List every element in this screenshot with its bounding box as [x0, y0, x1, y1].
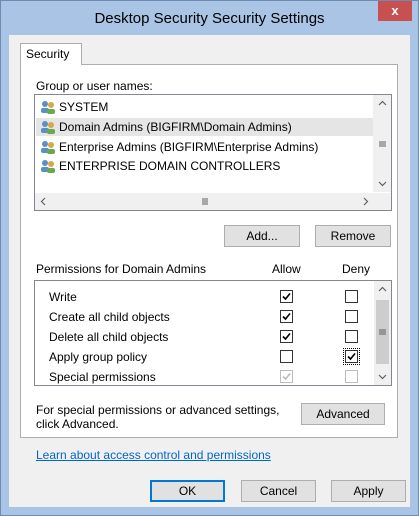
apply-button[interactable]: Apply: [331, 480, 406, 502]
advanced-hint-line2: click Advanced.: [36, 417, 119, 431]
advanced-button[interactable]: Advanced: [301, 403, 385, 425]
permission-name: Write: [49, 290, 77, 304]
checkmark-icon: [282, 312, 291, 321]
deny-checkbox[interactable]: [345, 290, 358, 303]
list-vertical-scrollbar[interactable]: [373, 95, 391, 192]
list-item[interactable]: Enterprise Admins (BIGFIRM\Enterprise Ad…: [36, 138, 375, 156]
scroll-grip-icon: [377, 326, 388, 338]
allow-column-header: Allow: [272, 262, 301, 276]
close-button[interactable]: x: [378, 1, 412, 21]
list-item-label: Domain Admins (BIGFIRM\Domain Admins): [59, 120, 292, 134]
group-user-list[interactable]: SYSTEM Domain Admins (BIGFIRM\Domain Adm…: [34, 94, 392, 211]
checkmark-icon: [282, 292, 291, 301]
scroll-grip-icon[interactable]: [377, 138, 388, 150]
list-item[interactable]: Domain Admins (BIGFIRM\Domain Admins): [36, 118, 375, 136]
chevron-up-icon[interactable]: [374, 281, 391, 298]
group-names-label: Group or user names:: [36, 79, 153, 93]
add-button[interactable]: Add...: [224, 225, 300, 247]
remove-button[interactable]: Remove: [315, 225, 391, 247]
chevron-up-icon[interactable]: [374, 95, 391, 112]
title-bar[interactable]: Desktop Security Security Settings x: [1, 1, 418, 35]
permissions-list[interactable]: Write Create all child objects Delete al…: [34, 280, 392, 386]
list-item-label: ENTERPRISE DOMAIN CONTROLLERS: [59, 159, 281, 173]
allow-checkbox[interactable]: [280, 290, 293, 303]
scrollbar-corner: [374, 193, 391, 210]
permission-name: Create all child objects: [49, 310, 170, 324]
list-item-label: Enterprise Admins (BIGFIRM\Enterprise Ad…: [59, 140, 319, 154]
permission-row: Create all child objects: [49, 307, 369, 327]
deny-column-header: Deny: [342, 262, 371, 276]
permission-name: Apply group policy: [49, 350, 148, 364]
checkmark-icon: [282, 372, 291, 381]
users-group-icon: [40, 159, 56, 173]
deny-checkbox: [345, 370, 358, 383]
permission-row: Special permissions: [49, 367, 369, 387]
users-group-icon: [40, 140, 56, 154]
allow-checkbox: [280, 370, 293, 383]
users-group-icon: [40, 100, 56, 114]
permission-name: Special permissions: [49, 370, 156, 384]
window-title: Desktop Security Security Settings: [94, 10, 325, 27]
list-horizontal-scrollbar[interactable]: [35, 193, 374, 210]
permission-row: Write: [49, 287, 369, 307]
list-item[interactable]: SYSTEM: [36, 98, 375, 116]
help-link[interactable]: Learn about access control and permissio…: [36, 448, 271, 462]
permission-row: Apply group policy: [49, 347, 369, 367]
deny-checkbox[interactable]: [345, 330, 358, 343]
permission-row: Delete all child objects: [49, 327, 369, 347]
tab-security[interactable]: Security: [20, 43, 82, 65]
cancel-button[interactable]: Cancel: [241, 480, 316, 502]
permissions-scrollbar[interactable]: [374, 281, 391, 385]
allow-checkbox[interactable]: [280, 310, 293, 323]
users-group-icon: [40, 120, 56, 134]
ok-button[interactable]: OK: [150, 480, 225, 502]
chevron-left-icon[interactable]: [35, 193, 52, 210]
allow-checkbox[interactable]: [280, 330, 293, 343]
chevron-down-icon[interactable]: [374, 368, 391, 385]
allow-checkbox[interactable]: [280, 350, 293, 363]
deny-checkbox[interactable]: [345, 310, 358, 323]
list-item[interactable]: ENTERPRISE DOMAIN CONTROLLERS: [36, 157, 375, 175]
checkmark-icon: [282, 332, 291, 341]
permissions-header: Permissions for Domain Admins: [36, 262, 207, 276]
advanced-hint-line1: For special permissions or advanced sett…: [36, 403, 280, 417]
deny-checkbox[interactable]: [343, 348, 360, 365]
chevron-right-icon[interactable]: [357, 193, 374, 210]
chevron-down-icon[interactable]: [374, 175, 391, 192]
permission-name: Delete all child objects: [49, 330, 169, 344]
list-item-label: SYSTEM: [59, 100, 109, 114]
scroll-grip-icon[interactable]: [199, 196, 211, 207]
checkmark-icon: [347, 352, 356, 361]
